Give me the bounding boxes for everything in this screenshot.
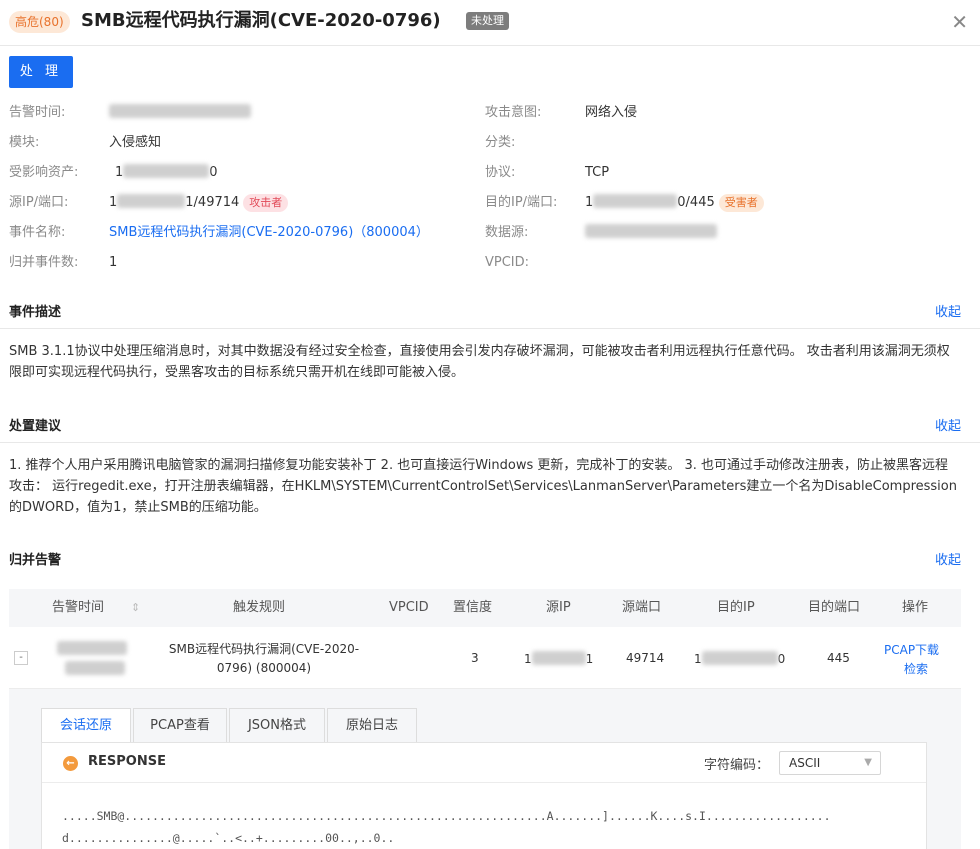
description-text: SMB 3.1.1协议中处理压缩消息时，对其中数据没有经过安全检查，直接使用会引…: [9, 344, 950, 380]
description-header: 事件描述 收起: [0, 293, 980, 329]
column-dst-port: 目的端口: [808, 600, 861, 615]
search-link[interactable]: 检索: [904, 660, 928, 677]
divider: [42, 782, 926, 783]
asset-suffix: 0: [209, 165, 218, 180]
status-badge: 未处理: [466, 12, 509, 30]
column-src-port: 源端口: [622, 600, 662, 615]
row-src-ip-suffix: 1: [585, 652, 594, 666]
charset-value: ASCII: [789, 756, 821, 770]
merged-alerts-title: 归并告警: [9, 553, 62, 568]
column-src-ip: 源IP: [546, 600, 571, 615]
intent-label: 攻击意图:: [485, 105, 542, 120]
vpcid-label: VPCID:: [485, 255, 530, 270]
dst-suffix: 0/445: [677, 195, 715, 210]
merged-label: 归并事件数:: [9, 255, 79, 270]
response-payload: .....SMB@...............................…: [62, 805, 831, 849]
process-button[interactable]: 处 理: [9, 56, 73, 88]
protocol-label: 协议:: [485, 165, 516, 180]
datasource-value: [585, 224, 717, 242]
tab-session-restore[interactable]: 会话还原: [41, 708, 131, 743]
src-prefix: 1: [109, 195, 118, 210]
event-link[interactable]: SMB远程代码执行漏洞(CVE-2020-0796)（800004）: [109, 224, 429, 242]
table-header: 告警时间 ⇕ 触发规则 VPCID 置信度 源IP 源端口 目的IP 目的端口 …: [9, 589, 961, 627]
close-icon[interactable]: ✕: [951, 10, 968, 34]
arrow-left-icon: ←: [63, 756, 78, 771]
page-title: SMB远程代码执行漏洞(CVE-2020-0796): [81, 10, 441, 31]
column-action: 操作: [902, 600, 929, 615]
row-dst-ip-prefix: 1: [694, 652, 702, 666]
asset-prefix: 1: [115, 165, 124, 180]
charset-select[interactable]: ASCII ▼: [779, 751, 881, 775]
tab-pcap-view[interactable]: PCAP查看: [133, 708, 227, 742]
dst-prefix: 1: [585, 195, 594, 210]
category-label: 分类:: [485, 135, 516, 150]
tab-content: ← RESPONSE 字符编码： ASCII ▼ .....SMB@......…: [41, 742, 927, 849]
pcap-download-link[interactable]: PCAP下载: [884, 641, 939, 658]
merged-alerts-header: 归并告警 收起: [0, 541, 980, 577]
row-src-ip: 11: [524, 651, 593, 666]
suggestion-collapse-link[interactable]: 收起: [935, 415, 961, 434]
tab-json[interactable]: JSON格式: [229, 708, 325, 742]
column-confidence: 置信度: [453, 600, 493, 615]
row-dst-ip-suffix: 0: [777, 652, 786, 666]
row-dst-port: 445: [827, 651, 850, 665]
suggestion-text: 1. 推荐个人用户采用腾讯电脑管家的漏洞扫描修复功能安装补丁 2. 也可直接运行…: [9, 458, 957, 515]
row-rule: SMB远程代码执行漏洞(CVE-2020-0796) (800004): [168, 642, 360, 675]
suggestion-title: 处置建议: [9, 419, 62, 434]
datasource-label: 数据源:: [485, 225, 529, 240]
column-alert-time[interactable]: 告警时间: [52, 589, 104, 627]
charset-label: 字符编码：: [704, 758, 770, 773]
dialog-header: 高危(80) SMB远程代码执行漏洞(CVE-2020-0796) 未处理 ✕: [0, 0, 980, 46]
protocol-value: TCP: [585, 165, 610, 180]
intent-value: 网络入侵: [585, 105, 638, 120]
asset-value: 10: [115, 164, 218, 182]
row-confidence: 3: [471, 651, 479, 665]
description-collapse-link[interactable]: 收起: [935, 301, 961, 320]
merged-value: 1: [109, 255, 118, 270]
description-title: 事件描述: [9, 305, 62, 320]
tab-raw-log[interactable]: 原始日志: [327, 708, 417, 742]
module-value: 入侵感知: [109, 135, 162, 150]
row-expand-toggle[interactable]: -: [14, 651, 28, 665]
row-dst-ip: 10: [694, 651, 785, 666]
dst-label: 目的IP/端口:: [485, 195, 558, 210]
src-suffix: 1/49714: [185, 195, 240, 210]
column-rule: 触发规则: [233, 600, 286, 615]
alert-time-value: [109, 104, 251, 122]
payload-line-1: .....SMB@...............................…: [62, 809, 831, 823]
merged-alerts-collapse-link[interactable]: 收起: [935, 549, 961, 568]
response-title: RESPONSE: [88, 754, 166, 769]
alert-time-label: 告警时间:: [9, 105, 66, 120]
row-src-port: 49714: [626, 651, 665, 665]
payload-line-2: d...............@.....`..<..+.........00…: [62, 831, 395, 845]
column-dst-ip: 目的IP: [717, 600, 755, 615]
row-alert-time: [57, 641, 127, 675]
chevron-down-icon: ▼: [864, 757, 872, 768]
severity-badge: 高危(80): [9, 11, 70, 33]
column-vpcid: VPCID: [389, 600, 429, 615]
module-label: 模块:: [9, 135, 40, 150]
table-row: - SMB远程代码执行漏洞(CVE-2020-0796) (800004) 3 …: [9, 627, 961, 689]
victim-tag: 受害者: [718, 194, 764, 212]
asset-label: 受影响资产:: [9, 165, 79, 180]
suggestion-header: 处置建议 收起: [0, 407, 980, 443]
dst-value: 1 0/445 受害者: [585, 194, 764, 212]
src-label: 源IP/端口:: [9, 195, 69, 210]
sort-icon[interactable]: ⇕: [131, 589, 140, 627]
src-value: 1 1/49714 攻击者: [109, 194, 289, 212]
event-label: 事件名称:: [9, 225, 66, 240]
session-detail-panel: 会话还原 PCAP查看 JSON格式 原始日志 ← RESPONSE 字符编码：…: [9, 689, 961, 849]
attacker-tag: 攻击者: [243, 194, 289, 212]
row-src-ip-prefix: 1: [524, 652, 532, 666]
